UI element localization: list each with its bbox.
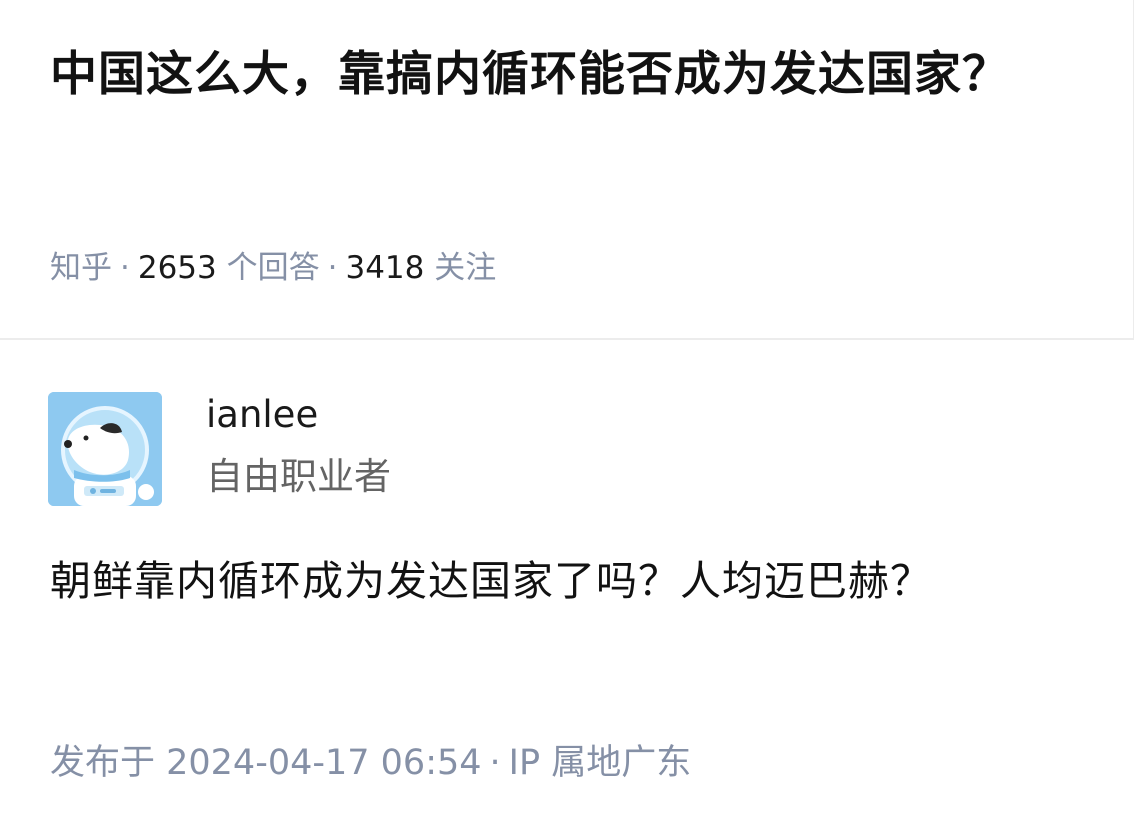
ip-location: IP 属地广东 xyxy=(508,743,692,783)
answer-item: ianlee 自由职业者 朝鲜靠内循环成为发达国家了吗？人均迈巴赫？ 发布于 2… xyxy=(0,340,1135,827)
zhihu-page: 中国这么大，靠搞内循环能否成为发达国家？ 知乎 · 2653 个回答 · 3418 关注 xyxy=(0,0,1135,827)
question-meta: 知乎 · 2653 个回答 · 3418 关注 xyxy=(50,244,496,292)
answer-count: 2653 xyxy=(137,250,217,286)
astronaut-dog-avatar-icon xyxy=(48,392,162,506)
author-name[interactable]: ianlee xyxy=(206,390,318,440)
follow-count-label: 关注 xyxy=(434,250,497,286)
question-title[interactable]: 中国这么大，靠搞内循环能否成为发达国家？ xyxy=(50,30,1110,120)
answer-content[interactable]: 朝鲜靠内循环成为发达国家了吗？人均迈巴赫？ xyxy=(50,540,1070,622)
answer-count-label: 个回答 xyxy=(226,250,320,286)
avatar[interactable] xyxy=(48,392,162,506)
meta-separator: · xyxy=(489,743,501,783)
meta-separator: · xyxy=(120,250,130,286)
publish-time: 发布于 2024-04-17 06:54 xyxy=(50,743,482,783)
meta-separator: · xyxy=(327,250,338,286)
answer-meta: 发布于 2024-04-17 06:54 · IP 属地广东 xyxy=(50,738,691,788)
source-label[interactable]: 知乎 xyxy=(50,250,112,286)
follow-count: 3418 xyxy=(345,250,425,286)
question-card[interactable]: 中国这么大，靠搞内循环能否成为发达国家？ 知乎 · 2653 个回答 · 3418 关注 xyxy=(0,0,1134,340)
author-bio: 自由职业者 xyxy=(206,455,391,498)
